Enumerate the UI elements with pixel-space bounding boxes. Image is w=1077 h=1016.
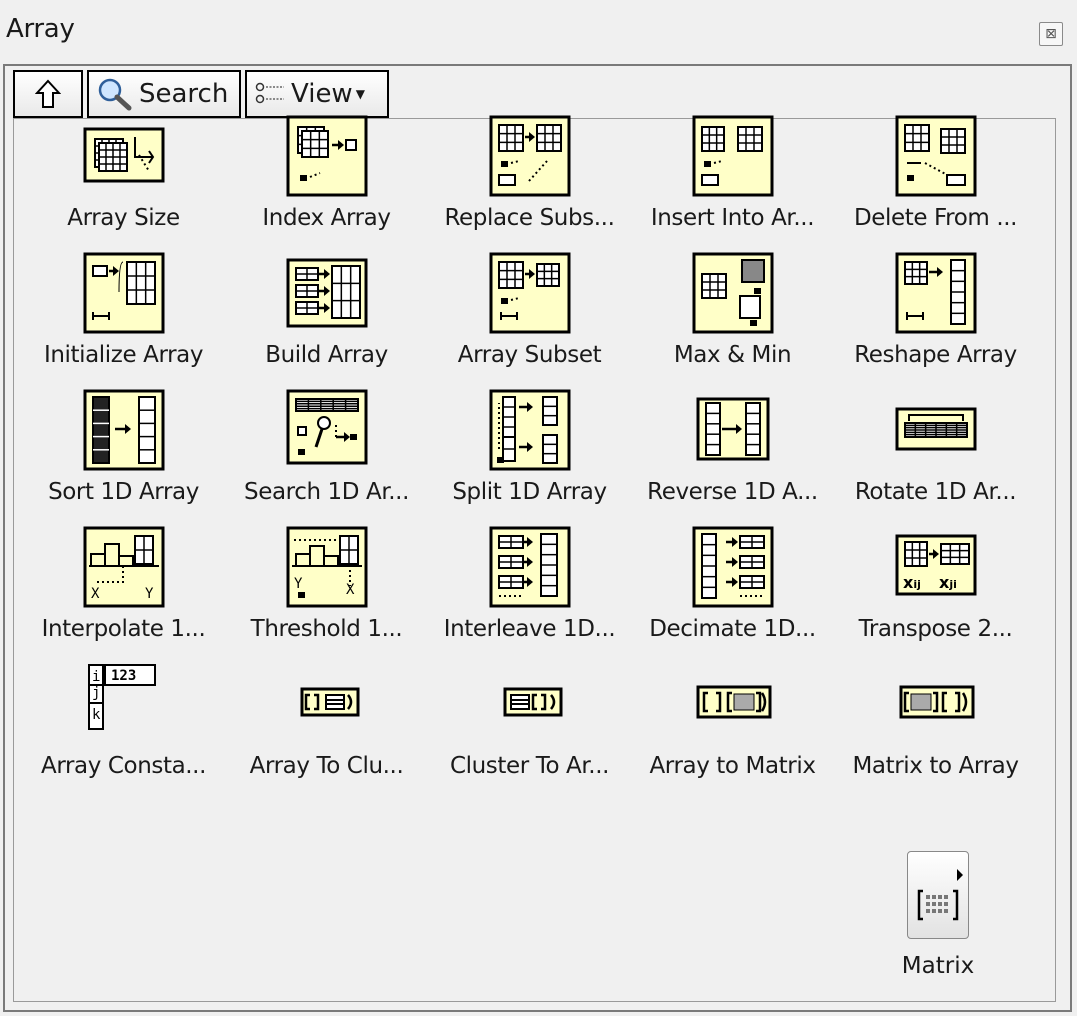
close-button[interactable]: ⊠ [1039,22,1063,46]
palette-item[interactable]: Search 1D Ar... [225,369,428,506]
delete-from-array-icon[interactable] [895,115,977,197]
svg-text:Y: Y [145,586,154,602]
palette-item[interactable]: Decimate 1D... [631,506,834,643]
interleave-1d-icon[interactable] [489,526,571,608]
build-array-icon[interactable] [286,252,368,334]
palette-item-label: Split 1D Array [452,479,607,505]
cluster-to-array-icon[interactable] [489,663,571,745]
palette-item[interactable]: xij xji Transpose 2... [834,506,1037,643]
palette-item[interactable]: Max & Min [631,232,834,369]
svg-text:j: j [92,685,100,701]
palette-item-label: Index Array [262,205,391,231]
array-constant-value: 123 [111,668,136,684]
palette-item-label: Rotate 1D Ar... [854,479,1017,505]
palette-item-label: Matrix to Array [852,753,1019,779]
split-1d-array-icon[interactable] [489,389,571,471]
palette-item[interactable]: Array To Clu... [225,643,428,780]
palette-item[interactable]: Matrix to Array [834,643,1037,780]
palette-item[interactable]: Replace Subs... [428,95,631,232]
svg-text:X: X [91,586,100,602]
palette-item-label: Search 1D Ar... [244,479,409,505]
palette-item[interactable]: Y X Threshold 1... [225,506,428,643]
matrix-to-array-icon[interactable] [895,663,977,745]
palette-item-label: Array Consta... [41,753,206,779]
matrix-subpalette-icon[interactable] [907,851,969,939]
palette-item-label: Transpose 2... [858,616,1013,642]
insert-into-array-icon[interactable] [692,115,774,197]
array-size-icon[interactable] [83,115,165,197]
initialize-array-icon[interactable] [83,252,165,334]
palette-title: Array [6,14,75,44]
palette-item[interactable]: X Y Interpolate 1... [22,506,225,643]
palette-item-label: Replace Subs... [444,205,615,231]
palette-item[interactable]: Split 1D Array [428,369,631,506]
reshape-array-icon[interactable] [895,252,977,334]
palette-item-label: Reverse 1D A... [647,479,818,505]
sort-1d-array-icon[interactable] [83,389,165,471]
threshold-1d-icon[interactable]: YX [286,526,368,608]
palette-item-label: Cluster To Ar... [449,753,610,779]
palette-item[interactable]: Delete From ... [834,95,1037,232]
array-to-cluster-icon[interactable] [286,663,368,745]
svg-text:X: X [346,582,355,598]
rotate-1d-array-icon[interactable] [895,389,977,471]
title-bar: Array ⊠ [0,0,1077,62]
function-grid: Array Size Index Array Replace Subs... Inse… [22,95,1037,780]
palette-item[interactable]: Array to Matrix [631,643,834,780]
max-min-icon[interactable] [692,252,774,334]
palette-item[interactable]: Insert Into Ar... [631,95,834,232]
array-constant-icon[interactable]: i j k 123 [83,663,165,745]
svg-text:k: k [92,707,101,723]
palette-item[interactable]: Cluster To Ar... [428,643,631,780]
palette-item[interactable]: Reshape Array [834,232,1037,369]
palette-item-label: Threshold 1... [250,616,403,642]
palette-item[interactable]: Index Array [225,95,428,232]
palette-item-label: Interleave 1D... [443,616,616,642]
reverse-1d-array-icon[interactable] [692,389,774,471]
palette-item[interactable]: Rotate 1D Ar... [834,369,1037,506]
index-array-icon[interactable] [286,115,368,197]
palette-item[interactable]: i j k 123 Array Consta... [22,643,225,780]
palette-item-label: Build Array [265,342,388,368]
palette-item-label: Array Size [67,205,180,231]
palette-item-label: Array To Clu... [249,753,404,779]
palette-item-label: Array to Matrix [649,753,816,779]
palette-item-label: Max & Min [673,342,792,368]
palette-item[interactable]: Sort 1D Array [22,369,225,506]
interpolate-1d-icon[interactable]: XY [83,526,165,608]
palette-item[interactable]: Initialize Array [22,232,225,369]
svg-text:Y: Y [294,576,303,592]
palette-item-label: Reshape Array [854,342,1017,368]
palette-item[interactable]: Build Array [225,232,428,369]
matrix-label: Matrix [901,953,975,979]
svg-text:i: i [92,669,100,685]
decimate-1d-icon[interactable] [692,526,774,608]
palette-item-label: Delete From ... [853,205,1018,231]
palette-item-label: Array Subset [457,342,602,368]
palette-item-label: Insert Into Ar... [650,205,815,231]
array-subset-icon[interactable] [489,252,571,334]
palette-item[interactable]: Interleave 1D... [428,506,631,643]
palette-item[interactable]: Reverse 1D A... [631,369,834,506]
search-1d-array-icon[interactable] [286,389,368,471]
palette-item-label: Sort 1D Array [48,479,199,505]
replace-subset-icon[interactable] [489,115,571,197]
palette-item-label: Interpolate 1... [41,616,206,642]
palette-item[interactable]: Array Subset [428,232,631,369]
palette-item[interactable]: Array Size [22,95,225,232]
array-to-matrix-icon[interactable] [692,663,774,745]
transpose-2d-icon[interactable]: xij xji [895,526,977,608]
palette-item-label: Decimate 1D... [649,616,816,642]
palette-item-label: Initialize Array [43,342,204,368]
matrix-subpalette[interactable]: Matrix [893,851,983,979]
close-icon: ⊠ [1045,26,1057,42]
